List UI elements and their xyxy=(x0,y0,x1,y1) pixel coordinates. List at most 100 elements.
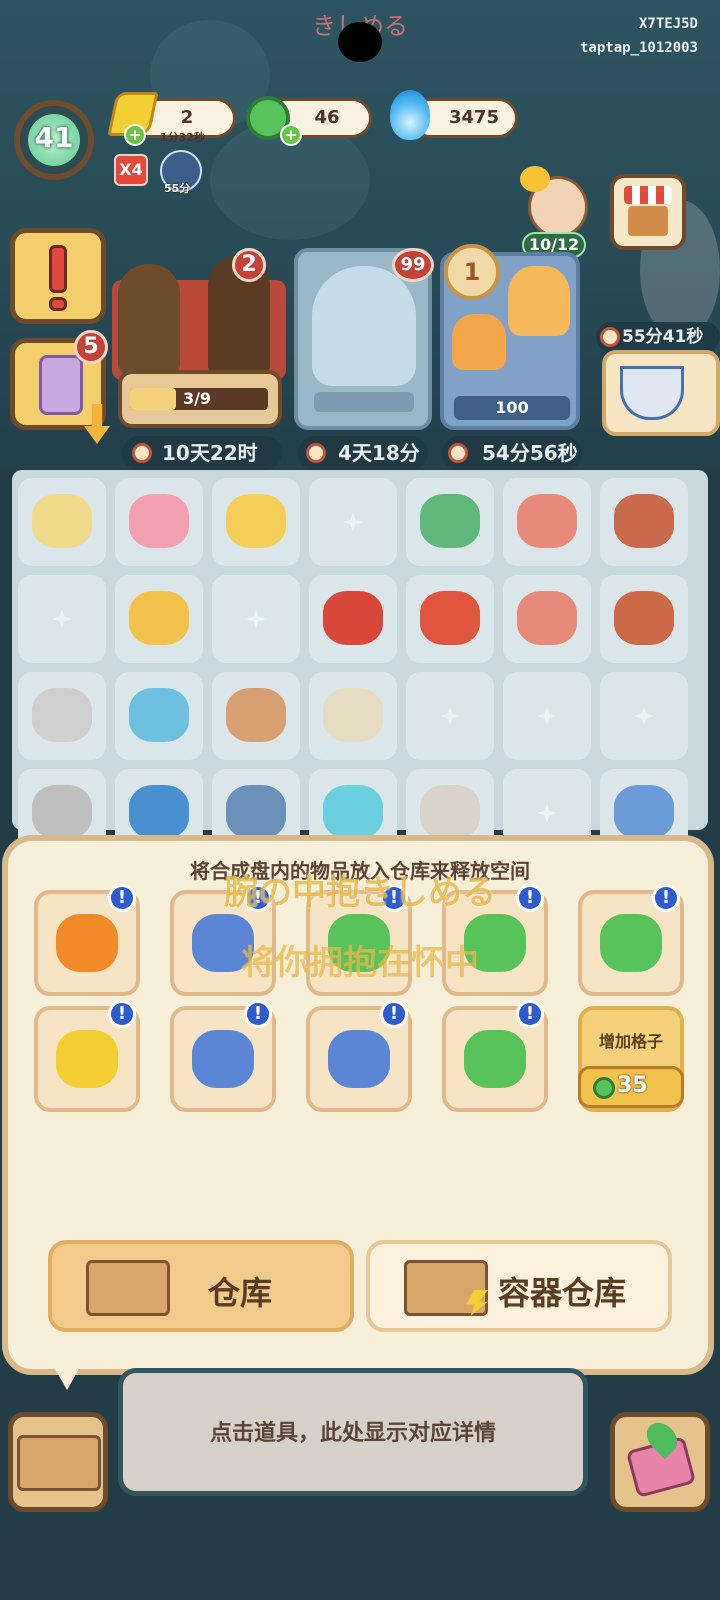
multiplier-badge[interactable]: X4 xyxy=(114,154,148,186)
board-item-icon[interactable] xyxy=(614,785,674,839)
shop-button[interactable] xyxy=(610,174,686,250)
board-item-icon[interactable] xyxy=(129,688,189,742)
purple-card-icon xyxy=(39,355,83,415)
board-cell[interactable] xyxy=(503,672,591,760)
board-cell[interactable] xyxy=(115,575,203,663)
board-item-icon[interactable] xyxy=(226,494,286,548)
board-item-icon[interactable] xyxy=(32,688,92,742)
add-energy-button[interactable]: + xyxy=(124,124,146,146)
add-slot-cost-box: 35 xyxy=(578,1066,684,1108)
level-number: 41 xyxy=(34,121,74,154)
board-cell[interactable] xyxy=(115,478,203,566)
board-item-icon[interactable] xyxy=(226,785,286,839)
jade-coin-stack-icon xyxy=(464,1030,526,1088)
board-cell[interactable] xyxy=(503,478,591,566)
board-item-icon[interactable] xyxy=(129,785,189,839)
order-1-image[interactable] xyxy=(112,256,286,380)
board-cell[interactable] xyxy=(406,478,494,566)
board-cell[interactable] xyxy=(18,478,106,566)
info-badge[interactable]: ! xyxy=(244,1000,272,1028)
board-item-icon[interactable] xyxy=(32,785,92,839)
info-badge[interactable]: ! xyxy=(516,1000,544,1028)
board-item-icon[interactable] xyxy=(323,785,383,839)
board-item-icon[interactable] xyxy=(323,591,383,645)
axe-tool-icon xyxy=(328,1030,390,1088)
add-slot-button[interactable]: 增加格子 35 xyxy=(578,1006,684,1112)
card-base xyxy=(314,392,414,412)
sparkle-icon xyxy=(634,706,654,726)
board-cell[interactable] xyxy=(309,672,397,760)
board-cell[interactable] xyxy=(406,672,494,760)
exclamation-dot xyxy=(49,297,67,311)
board-cell[interactable] xyxy=(406,575,494,663)
board-item-icon[interactable] xyxy=(420,785,480,839)
board-item-icon[interactable] xyxy=(323,688,383,742)
cardboard-box-icon xyxy=(86,1260,170,1316)
board-item-icon[interactable] xyxy=(614,494,674,548)
character-girl-icon xyxy=(118,264,180,374)
sparkle-icon xyxy=(246,609,266,629)
board-item-icon[interactable] xyxy=(226,688,286,742)
clock-icon xyxy=(448,443,468,463)
board-cell[interactable] xyxy=(503,575,591,663)
player-level-badge[interactable]: 41 xyxy=(14,100,94,180)
lyric-line-2: 将你拥抱在怀中 xyxy=(241,943,479,983)
order-1-progress-box: 3/9 xyxy=(118,370,282,428)
container-warehouse-label: 容器仓库 xyxy=(498,1274,627,1312)
container-warehouse-button[interactable]: 容器仓库 xyxy=(366,1240,672,1332)
board-item-icon[interactable] xyxy=(517,494,577,548)
cardboard-box-icon xyxy=(17,1435,101,1491)
board-item-icon[interactable] xyxy=(32,494,92,548)
board-cell[interactable] xyxy=(115,672,203,760)
info-badge[interactable]: ! xyxy=(108,1000,136,1028)
board-cell[interactable] xyxy=(212,575,300,663)
exclamation-icon xyxy=(49,245,67,293)
board-cell[interactable] xyxy=(600,478,688,566)
stack-count-badge: 5 xyxy=(74,330,108,364)
item-detail-hint: 点击道具，此处显示对应详情 xyxy=(209,1421,496,1446)
add-coins-button[interactable]: + xyxy=(280,124,302,146)
shop-awning-icon xyxy=(624,186,672,204)
board-item-icon[interactable] xyxy=(129,494,189,548)
board-item-icon[interactable] xyxy=(420,494,480,548)
jade-coin-icon xyxy=(593,1077,615,1099)
customer-order-card[interactable] xyxy=(602,350,720,436)
sparkle-icon xyxy=(537,803,557,823)
warehouse-button[interactable]: 仓库 xyxy=(48,1240,354,1332)
add-slot-cost: 35 xyxy=(617,1073,648,1098)
board-cell[interactable] xyxy=(212,672,300,760)
energy-bucket-icon xyxy=(56,1030,118,1088)
sky-lantern-icon xyxy=(508,266,570,336)
board-cell[interactable] xyxy=(600,672,688,760)
board-cell[interactable] xyxy=(18,575,106,663)
board-item-icon[interactable] xyxy=(129,591,189,645)
order-3-value: 100 xyxy=(454,396,570,420)
sparkle-icon xyxy=(440,706,460,726)
user-account: taptap_1012003 xyxy=(579,40,698,56)
add-slot-label: 增加格子 xyxy=(598,1032,663,1051)
lyric-line-1: 腕の中抱きしめる xyxy=(224,873,496,913)
order-1-badge: 2 xyxy=(232,248,266,282)
clock-icon xyxy=(306,443,326,463)
order-2-badge: 99 xyxy=(392,248,434,282)
sparkle-icon xyxy=(343,512,363,532)
board-item-icon[interactable] xyxy=(614,591,674,645)
board-item-icon[interactable] xyxy=(517,591,577,645)
blue-flame-icon xyxy=(390,90,430,140)
board-cell[interactable] xyxy=(212,478,300,566)
order-3-badge: 1 xyxy=(444,244,500,300)
rice-bowl-icon xyxy=(620,366,684,420)
map-button[interactable] xyxy=(610,1412,710,1512)
board-cell[interactable] xyxy=(309,478,397,566)
lightning-boost-timer: 55分 xyxy=(164,182,191,195)
alert-button[interactable] xyxy=(10,228,106,324)
board-cell[interactable] xyxy=(309,575,397,663)
board-item-icon[interactable] xyxy=(420,591,480,645)
sparkle-icon xyxy=(537,706,557,726)
warehouse-label: 仓库 xyxy=(208,1274,273,1312)
board-cell[interactable] xyxy=(600,575,688,663)
storage-box-button[interactable] xyxy=(8,1412,108,1512)
axe-tool-icon xyxy=(192,1030,254,1088)
board-cell[interactable] xyxy=(18,672,106,760)
info-badge[interactable]: ! xyxy=(380,1000,408,1028)
